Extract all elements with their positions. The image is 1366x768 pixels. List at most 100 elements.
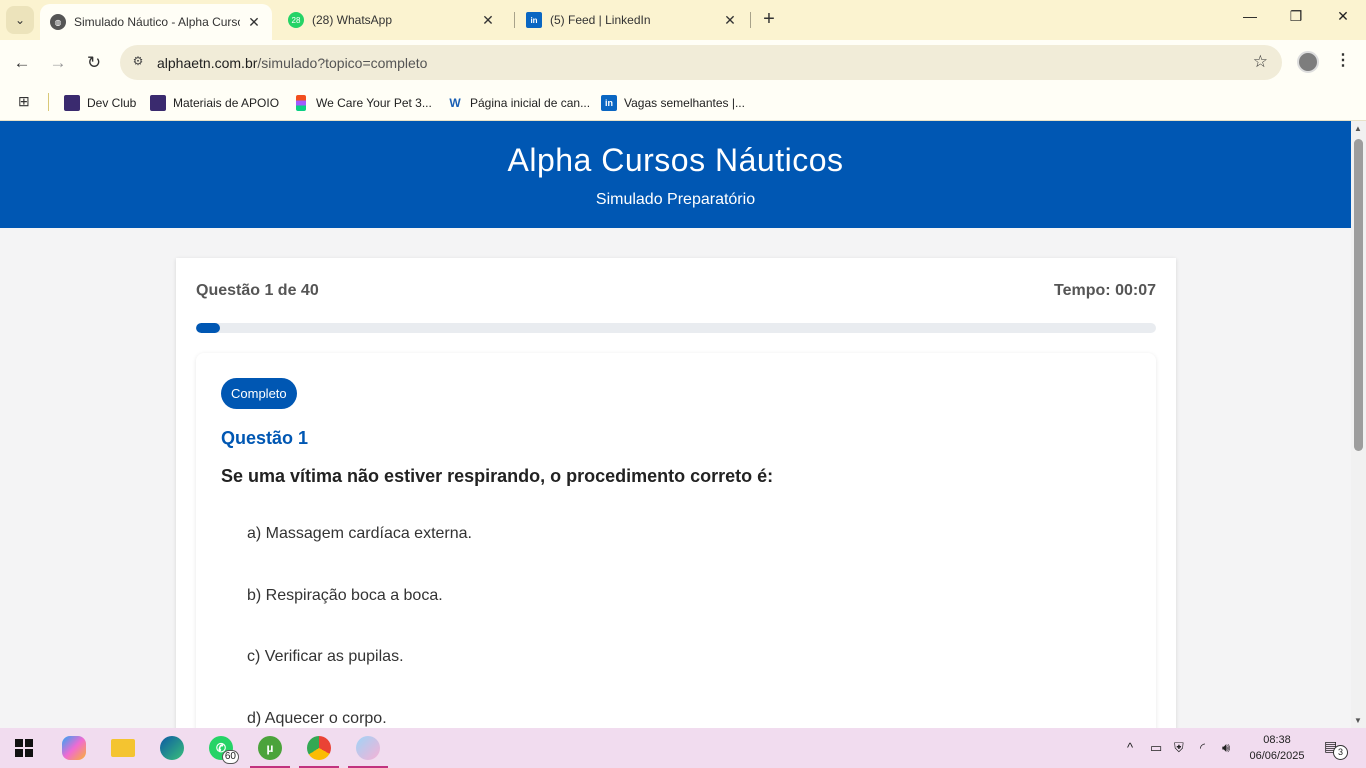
plus-icon: +	[763, 8, 775, 30]
figma-icon	[296, 95, 306, 111]
site-title: Alpha Cursos Náuticos	[507, 142, 844, 178]
bookmark-star-icon[interactable]: ☆	[1253, 52, 1268, 72]
apps-grid-icon[interactable]: ⊞	[18, 93, 34, 109]
address-bar[interactable]: ⚙ alphaetn.com.br/simulado?topico=comple…	[120, 45, 1282, 80]
option-b[interactable]: b) Respiração boca a boca.	[221, 573, 1131, 619]
bookmark-label: Vagas semelhantes |...	[624, 96, 745, 110]
option-d[interactable]: d) Aquecer o corpo.	[221, 696, 1131, 728]
url-host: alphaetn.com.br	[157, 55, 258, 71]
taskbar-copilot[interactable]	[54, 732, 94, 764]
new-tab-button[interactable]: +	[758, 8, 780, 30]
notification-center-button[interactable]: ▤ 3	[1324, 738, 1348, 760]
folder-icon	[111, 739, 135, 757]
forward-button[interactable]: →	[47, 52, 69, 74]
tab-simulado[interactable]: ◍ Simulado Náutico - Alpha Curso ✕	[40, 4, 272, 40]
back-button[interactable]: ←	[11, 52, 33, 74]
bookmarks-bar: ⊞ Dev Club Materiais de APOIO We Care Yo…	[0, 85, 1366, 121]
bookmark-we-care[interactable]: We Care Your Pet 3...	[293, 92, 432, 114]
taskbar-edge[interactable]	[152, 732, 192, 764]
question-card: Completo Questão 1 Se uma vítima não est…	[196, 353, 1156, 728]
kebab-menu-icon: ⋮	[1335, 52, 1351, 69]
scroll-up-arrow-icon[interactable]: ▲	[1354, 124, 1362, 133]
tab-title: (28) WhatsApp	[312, 13, 393, 27]
tab-title: (5) Feed | LinkedIn	[550, 13, 651, 27]
progress-bar	[196, 323, 1156, 333]
arrow-left-icon: ←	[13, 53, 31, 72]
restore-icon: ❐	[1289, 8, 1303, 24]
question-label: Questão 1	[221, 428, 309, 448]
tab-whatsapp[interactable]: 28 (28) WhatsApp ✕	[278, 0, 506, 40]
taskbar-utorrent[interactable]: µ	[250, 732, 290, 768]
tab-search-button[interactable]: ⌄	[6, 6, 34, 34]
chevron-up-icon[interactable]: ^	[1127, 740, 1133, 755]
site-subtitle: Simulado Preparatório	[595, 191, 756, 208]
close-icon[interactable]: ✕	[480, 12, 496, 29]
taskbar-file-explorer[interactable]	[103, 732, 143, 764]
whatsapp-unread-badge: 60	[221, 750, 239, 764]
arrow-right-icon: →	[49, 53, 67, 72]
url-text[interactable]: alphaetn.com.br/simulado?topico=completo	[157, 55, 427, 71]
paint-palette-icon	[356, 736, 380, 760]
devclub-icon	[64, 95, 80, 111]
wifi-icon[interactable]: ◜	[1200, 740, 1205, 756]
bookmark-pagina-inicial[interactable]: W Página inicial de can...	[447, 92, 590, 114]
minimize-button[interactable]: —	[1227, 8, 1273, 24]
site-header: Alpha Cursos Náuticos Simulado Preparató…	[0, 121, 1351, 228]
taskbar-chrome[interactable]	[299, 732, 339, 768]
bookmark-materiais[interactable]: Materiais de APOIO	[150, 92, 279, 114]
page-scrollbar[interactable]: ▲ ▼	[1351, 121, 1366, 728]
scroll-down-arrow-icon[interactable]: ▼	[1354, 716, 1362, 725]
question-text: Se uma vítima não estiver respirando, o …	[221, 466, 774, 486]
quiz-card: Questão 1 de 40 Tempo: 00:07 Completo Qu…	[176, 258, 1176, 728]
clock-time: 08:38	[1263, 734, 1291, 746]
battery-icon[interactable]: ▭	[1150, 740, 1162, 756]
browser-tab-strip: ⌄ ◍ Simulado Náutico - Alpha Curso ✕ 28 …	[0, 0, 1366, 40]
shield-icon[interactable]: ⛨	[1174, 740, 1184, 756]
windows-taskbar: ✆ 60 µ ^ ▭ ⛨ ◜ 🔊︎ 08:38 06/06/2025 ▤ 3	[0, 728, 1366, 768]
bookmarks-divider	[48, 93, 49, 111]
bookmark-dev-club[interactable]: Dev Club	[64, 92, 136, 114]
start-button[interactable]	[4, 732, 44, 764]
tab-divider	[514, 12, 515, 28]
close-window-button[interactable]: ✕	[1320, 8, 1366, 25]
notification-count-badge: 3	[1333, 745, 1348, 760]
bookmark-label: Página inicial de can...	[470, 96, 591, 110]
linkedin-icon: in	[526, 12, 542, 28]
chevron-down-icon: ⌄	[14, 13, 26, 27]
bookmark-label: We Care Your Pet 3...	[316, 96, 432, 110]
bookmark-label: Dev Club	[87, 96, 137, 110]
browser-menu-button[interactable]: ⋮	[1335, 50, 1351, 70]
reload-button[interactable]: ↻	[83, 52, 105, 74]
w-logo-icon: W	[449, 96, 461, 110]
profile-avatar[interactable]	[1297, 51, 1319, 73]
restore-button[interactable]: ❐	[1273, 8, 1319, 25]
tab-divider	[750, 12, 751, 28]
copilot-icon	[62, 736, 86, 760]
taskbar-paint[interactable]	[348, 732, 388, 768]
close-icon[interactable]: ✕	[246, 14, 262, 31]
site-settings-icon[interactable]: ⚙	[130, 54, 146, 70]
tab-linkedin[interactable]: in (5) Feed | LinkedIn ✕	[516, 0, 748, 40]
scrollbar-thumb[interactable]	[1354, 139, 1363, 451]
bookmark-label: Materiais de APOIO	[173, 96, 280, 110]
browser-toolbar: ← → ↻ ⚙ alphaetn.com.br/simulado?topico=…	[0, 40, 1366, 85]
devclub-icon	[150, 95, 166, 111]
taskbar-whatsapp[interactable]: ✆ 60	[201, 732, 241, 764]
globe-icon: ◍	[50, 14, 66, 30]
url-path: /simulado?topico=completo	[257, 55, 428, 71]
close-icon[interactable]: ✕	[722, 12, 738, 29]
question-counter: Questão 1 de 40	[196, 282, 319, 299]
option-a[interactable]: a) Massagem cardíaca externa.	[221, 511, 1131, 557]
whatsapp-icon: 28	[288, 12, 304, 28]
system-clock[interactable]: 08:38 06/06/2025	[1244, 732, 1310, 764]
bookmark-vagas[interactable]: in Vagas semelhantes |...	[601, 92, 745, 114]
volume-icon[interactable]: 🔊︎	[1222, 740, 1230, 756]
clock-date: 06/06/2025	[1249, 750, 1305, 762]
topic-badge: Completo	[221, 378, 297, 409]
chrome-icon	[307, 736, 331, 760]
linkedin-icon: in	[601, 95, 617, 111]
option-c[interactable]: c) Verificar as pupilas.	[221, 634, 1131, 680]
windows-logo-icon	[15, 739, 33, 757]
minimize-icon: —	[1243, 8, 1257, 24]
close-icon: ✕	[1337, 8, 1349, 24]
